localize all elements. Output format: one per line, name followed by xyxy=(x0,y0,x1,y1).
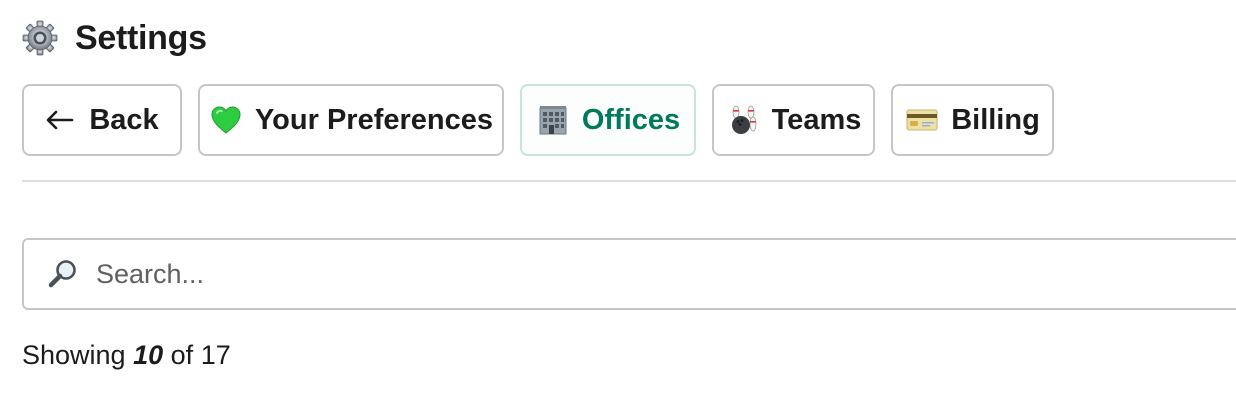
results-shown-count: 10 xyxy=(133,340,164,370)
page-title: Settings xyxy=(75,18,207,57)
magnifying-glass-icon xyxy=(48,260,76,288)
tab-offices-label: Offices xyxy=(581,103,681,136)
results-count: Showing 10 of 17 xyxy=(22,340,231,371)
search-box[interactable] xyxy=(22,238,1236,310)
tab-offices[interactable]: Offices xyxy=(520,84,696,156)
results-count-middle: of xyxy=(170,340,194,370)
bowling-icon xyxy=(726,103,760,137)
settings-page: Settings Back Your Preferences Offices T… xyxy=(0,0,1236,408)
page-header: Settings xyxy=(22,16,207,60)
tab-your-preferences[interactable]: Your Preferences xyxy=(198,84,504,156)
divider xyxy=(22,180,1236,182)
results-count-prefix: Showing xyxy=(22,340,126,370)
green-heart-icon xyxy=(209,103,243,137)
tab-teams-label: Teams xyxy=(771,103,862,136)
gear-icon xyxy=(22,20,58,56)
office-building-icon xyxy=(536,103,570,137)
tab-billing[interactable]: Billing xyxy=(891,84,1054,156)
credit-card-icon xyxy=(905,103,939,137)
results-total-count: 17 xyxy=(200,340,231,370)
back-button-label: Back xyxy=(89,103,159,136)
tab-teams[interactable]: Teams xyxy=(712,84,875,156)
search-input[interactable] xyxy=(96,254,996,294)
tab-your-preferences-label: Your Preferences xyxy=(254,103,494,136)
tab-billing-label: Billing xyxy=(951,103,1040,136)
arrow-left-icon xyxy=(45,103,75,137)
back-button[interactable]: Back xyxy=(22,84,182,156)
